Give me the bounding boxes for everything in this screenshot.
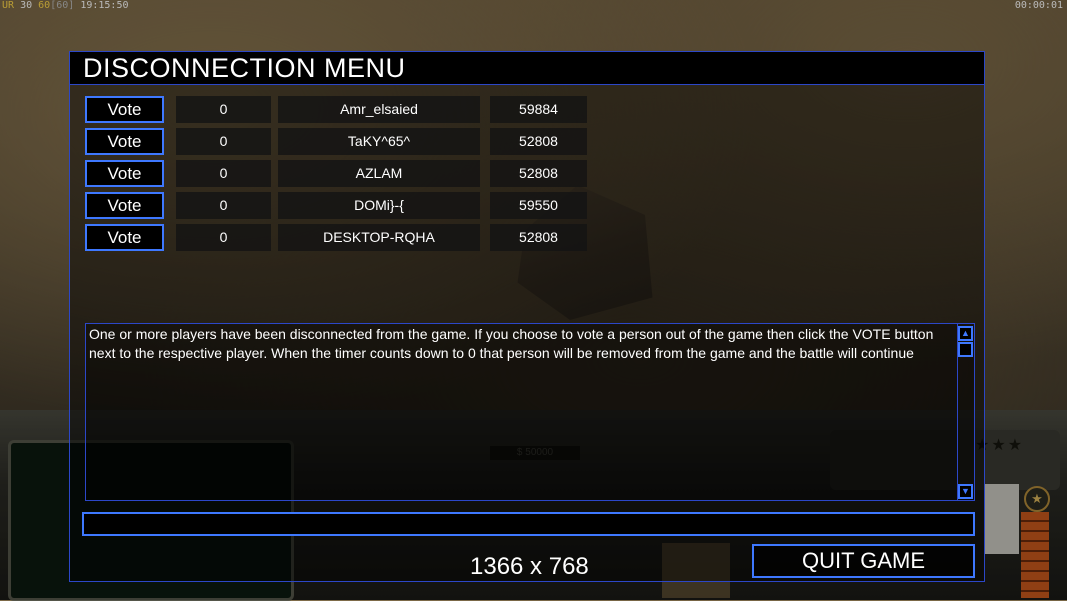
vote-count: 0: [176, 96, 271, 123]
player-timer: 52808: [490, 224, 587, 251]
scroll-down-arrow-icon[interactable]: ▼: [958, 484, 973, 499]
player-name: DOMi}-{: [278, 192, 480, 219]
vote-count: 0: [176, 128, 271, 155]
disconnect-message: One or more players have been disconnect…: [89, 326, 934, 361]
player-timer: 59550: [490, 192, 587, 219]
player-timer: 52808: [490, 160, 587, 187]
vote-count: 0: [176, 192, 271, 219]
player-name: DESKTOP-RQHA: [278, 224, 480, 251]
player-timer: 59884: [490, 96, 587, 123]
chat-input[interactable]: [82, 512, 975, 536]
vote-button[interactable]: Vote: [85, 160, 164, 187]
vote-button[interactable]: Vote: [85, 192, 164, 219]
resolution-label: 1366 x 768: [470, 553, 589, 580]
player-name: AZLAM: [278, 160, 480, 187]
vote-button[interactable]: Vote: [85, 96, 164, 123]
player-name: Amr_elsaied: [278, 96, 480, 123]
vote-count: 0: [176, 160, 271, 187]
quit-game-button[interactable]: QUIT GAME: [752, 544, 975, 578]
scroll-thumb[interactable]: [958, 342, 973, 357]
scroll-up-arrow-icon[interactable]: ▲: [958, 326, 973, 341]
vote-count: 0: [176, 224, 271, 251]
vote-button[interactable]: Vote: [85, 224, 164, 251]
player-timer: 52808: [490, 128, 587, 155]
player-name: TaKY^65^: [278, 128, 480, 155]
dialog-title: DISCONNECTION MENU: [83, 53, 406, 83]
vote-button[interactable]: Vote: [85, 128, 164, 155]
